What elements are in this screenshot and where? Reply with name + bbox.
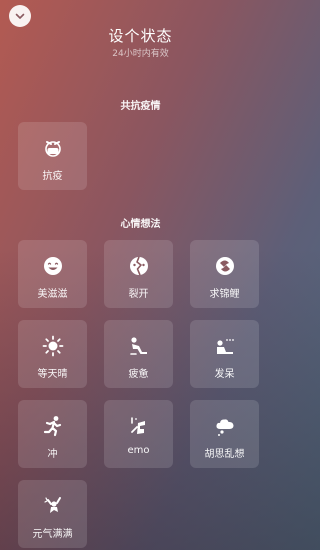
status-tile-label: 美滋滋 [37,289,68,300]
status-tile-sunny[interactable]: 等天晴 [18,320,87,388]
status-tile-overthinking[interactable]: 胡思乱想 [190,400,259,468]
tired-person-icon [128,335,150,357]
status-tile-fight-epidemic[interactable]: 抗疫 [18,122,87,190]
status-tile-energetic[interactable]: 元气满满 [18,480,87,548]
emo-icon [128,415,150,437]
collapse-button[interactable] [9,5,31,27]
daydream-icon [214,335,236,357]
section-title-epidemic: 共抗疫情 [120,101,161,112]
status-tile-cracked[interactable]: 裂开 [104,240,173,308]
status-tile-label: 裂开 [128,289,149,300]
energetic-icon [42,495,64,517]
section-title-mood: 心情想法 [120,219,161,230]
status-tile-daydream[interactable]: 发呆 [190,320,259,388]
smile-icon [42,255,64,277]
status-tile-koi[interactable]: 求锦鲤 [190,240,259,308]
status-tile-emo[interactable]: emo [104,400,173,468]
koi-icon [214,255,236,277]
status-tile-label: 求锦鲤 [209,289,240,300]
running-icon [42,415,64,437]
status-tile-label: 胡思乱想 [204,449,245,460]
status-tile-label: emo [127,445,150,456]
status-tile-label: 疲惫 [128,369,149,380]
status-tile-charge[interactable]: 冲 [18,400,87,468]
sun-icon [42,335,64,357]
cracked-face-icon [128,255,150,277]
status-tile-label: 元气满满 [32,529,73,540]
page-subtitle: 24小时内有效 [112,49,169,59]
status-tile-label: 发呆 [214,369,235,380]
status-tile-label: 冲 [47,449,58,460]
status-tile-label: 抗疫 [42,171,63,182]
chevron-down-icon [15,13,25,19]
status-tile-tired[interactable]: 疲惫 [104,320,173,388]
status-tile-happy[interactable]: 美滋滋 [18,240,87,308]
mask-face-icon [42,137,64,159]
page-title: 设个状态 [108,27,173,45]
status-tile-label: 等天晴 [37,369,68,380]
thought-cloud-icon [214,415,236,437]
